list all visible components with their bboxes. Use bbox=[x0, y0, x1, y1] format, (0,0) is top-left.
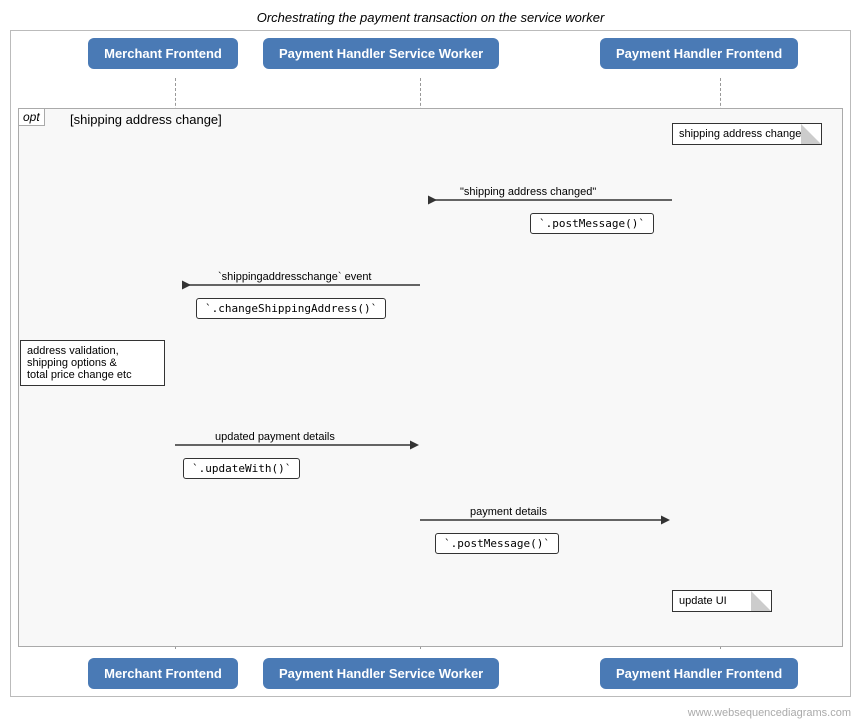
diagram-title: Orchestrating the payment transaction on… bbox=[0, 0, 861, 33]
opt-condition: [shipping address change] bbox=[70, 112, 222, 127]
arrow-label-3: updated payment details bbox=[215, 431, 335, 443]
note-address-validation: address validation, shipping options & t… bbox=[20, 340, 165, 386]
arrow-label-1: "shipping address changed" bbox=[460, 186, 596, 198]
opt-label: opt bbox=[18, 108, 45, 126]
method-postmessage-2: `.postMessage()` bbox=[435, 533, 559, 554]
arrow-label-2: `shippingaddresschange` event bbox=[218, 271, 372, 283]
actor-payment-handler-top: Payment Handler Frontend bbox=[600, 38, 798, 69]
actor-merchant-top: Merchant Frontend bbox=[88, 38, 238, 69]
actor-merchant-bottom: Merchant Frontend bbox=[88, 658, 238, 689]
method-change-shipping: `.changeShippingAddress()` bbox=[196, 298, 386, 319]
actor-service-worker-bottom: Payment Handler Service Worker bbox=[263, 658, 499, 689]
note-shipping-changed: shipping address changed bbox=[672, 123, 822, 145]
arrow-label-4: payment details bbox=[470, 506, 547, 518]
actor-payment-handler-bottom: Payment Handler Frontend bbox=[600, 658, 798, 689]
method-update-with: `.updateWith()` bbox=[183, 458, 300, 479]
method-postmessage-1: `.postMessage()` bbox=[530, 213, 654, 234]
note-update-ui: update UI bbox=[672, 590, 772, 612]
actor-service-worker-top: Payment Handler Service Worker bbox=[263, 38, 499, 69]
diagram-container: Orchestrating the payment transaction on… bbox=[0, 0, 861, 727]
watermark: www.websequencediagrams.com bbox=[688, 707, 851, 719]
